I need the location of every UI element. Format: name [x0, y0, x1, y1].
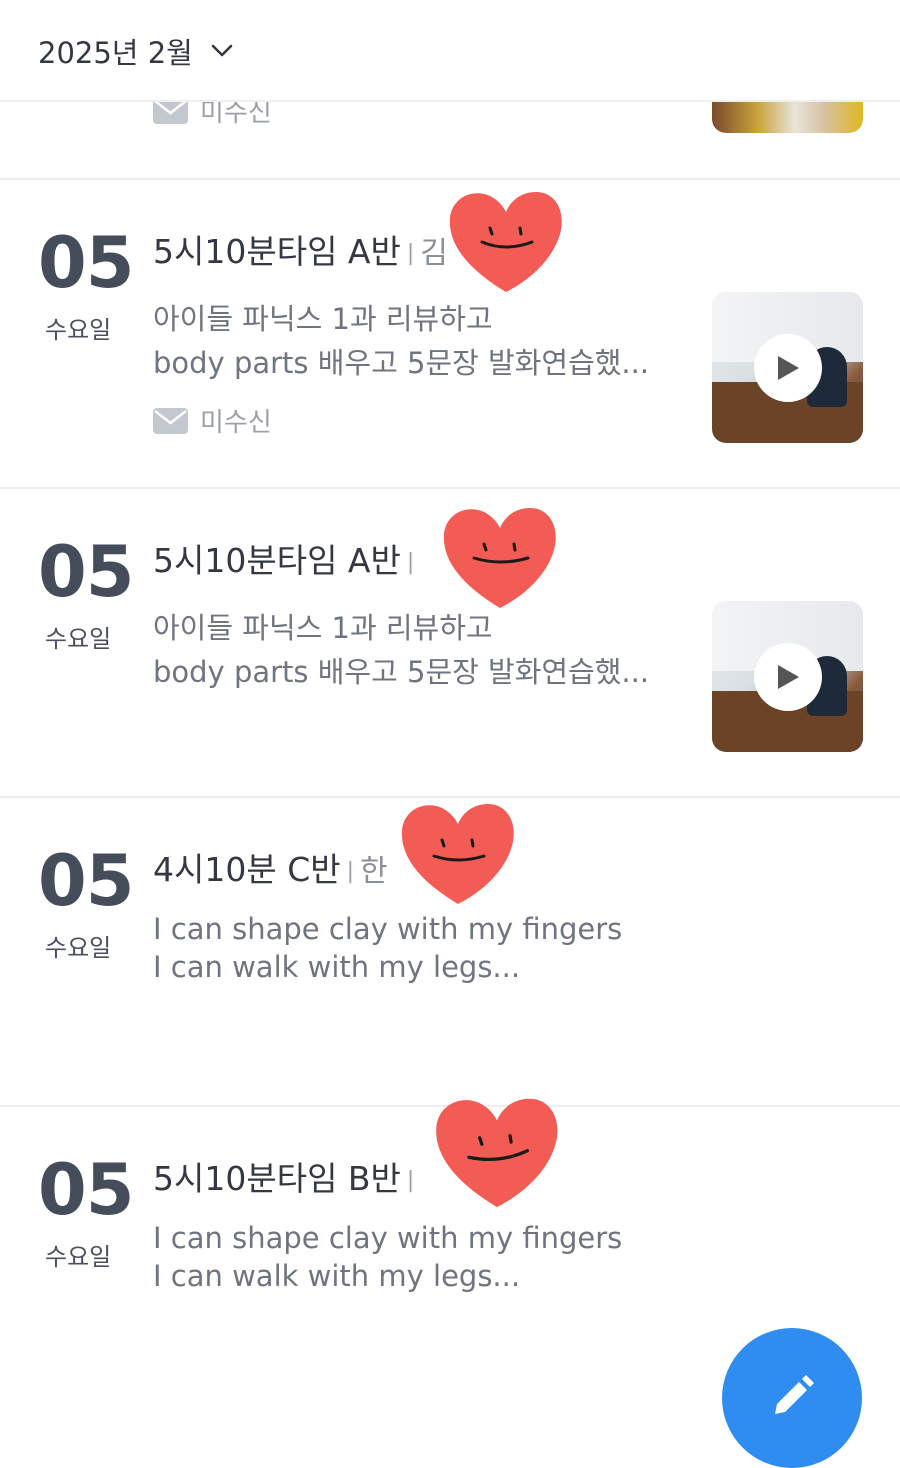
- weekday-label: 수요일: [45, 1243, 112, 1271]
- day-number: 05: [38, 1149, 134, 1231]
- play-button[interactable]: [754, 334, 822, 402]
- smiling-heart-sticker: [443, 508, 556, 608]
- note-line: I can walk with my legs...: [153, 950, 521, 984]
- video-thumbnail[interactable]: [712, 601, 863, 752]
- weekday-label: 수요일: [45, 934, 112, 962]
- play-icon: [778, 665, 799, 689]
- envelope-icon: [153, 407, 188, 434]
- video-thumbnail[interactable]: [712, 292, 863, 443]
- note-line: 아이들 파닉스 1과 리뷰하고: [153, 302, 493, 336]
- note-line: I can shape clay with my fingers: [153, 912, 623, 946]
- class-title: 5시10분타임 B반 |: [153, 1159, 415, 1198]
- video-thumbnail[interactable]: [712, 100, 863, 133]
- day-number: 05: [38, 840, 134, 922]
- class-title: 5시10분타임 A반 | 김: [153, 232, 448, 271]
- weekday-label: 수요일: [45, 625, 112, 653]
- day-number: 05: [38, 222, 134, 304]
- class-name: 5시10분타임 B반: [153, 1159, 401, 1198]
- month-header: 2025년 2월: [0, 0, 900, 102]
- smiling-heart-sticker: [436, 1098, 558, 1208]
- smiling-heart-sticker: [449, 192, 562, 292]
- class-title: 4시10분 C반 | 한: [153, 850, 388, 889]
- class-name: 5시10분타임 A반: [153, 232, 401, 271]
- note-line: I can walk with my legs...: [153, 1259, 521, 1293]
- unread-label: 미수신: [200, 408, 272, 438]
- class-name: 5시10분타임 A반: [153, 541, 401, 580]
- class-name: 4시10분 C반: [153, 850, 341, 889]
- chevron-down-icon: [211, 44, 233, 57]
- unread-status: 미수신: [153, 402, 272, 439]
- write-button[interactable]: [722, 1328, 862, 1468]
- note-line: body parts 배우고 5문장 발화연습했...: [153, 655, 650, 689]
- play-icon: [778, 356, 799, 380]
- weekday-label: 수요일: [45, 316, 112, 344]
- month-selector[interactable]: 2025년 2월: [38, 30, 233, 72]
- teacher-name: 김: [420, 236, 448, 271]
- month-label: 2025년 2월: [38, 36, 193, 70]
- class-title: 5시10분타임 A반 |: [153, 541, 415, 580]
- teacher-name: 한: [360, 854, 388, 889]
- day-number: 05: [38, 531, 134, 613]
- smiling-heart-sticker: [401, 804, 514, 904]
- note-line: I can shape clay with my fingers: [153, 1221, 623, 1255]
- note-line: body parts 배우고 5문장 발화연습했...: [153, 346, 650, 380]
- play-button[interactable]: [754, 643, 822, 711]
